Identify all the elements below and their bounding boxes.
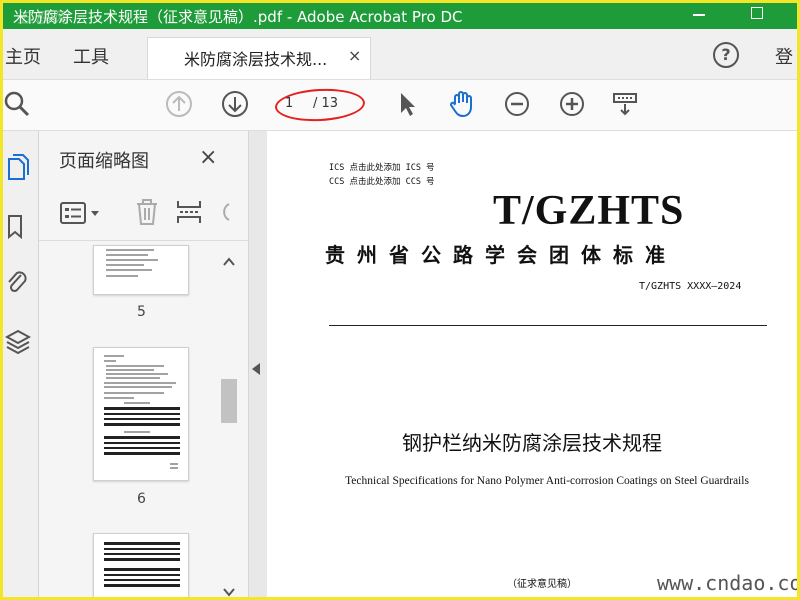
ccs-line: CCS 点击此处添加 CCS 号	[329, 177, 435, 187]
draft-label: （征求意见稿）	[507, 579, 577, 590]
previous-page-icon[interactable]	[165, 90, 193, 118]
panel-toolbar	[39, 185, 249, 241]
standard-code: T/GZHTS	[493, 188, 685, 234]
attachment-icon[interactable]	[5, 269, 31, 297]
highlight-ring	[274, 86, 366, 124]
scrollbar-thumb[interactable]	[221, 379, 237, 423]
tab-bar: 主页 工具 米防腐涂层技术规... × ? 登	[3, 29, 797, 79]
left-rail	[3, 131, 39, 597]
rotate-page-icon[interactable]	[215, 199, 231, 225]
toolbar: 1 / 13	[3, 79, 797, 131]
thumbnail-page-6-preview	[104, 355, 180, 469]
thumbnails-scrollbar[interactable]	[219, 251, 239, 600]
page-number-field[interactable]: 1 / 13	[273, 86, 366, 124]
delete-page-icon[interactable]	[133, 197, 161, 227]
insert-page-icon[interactable]	[175, 197, 203, 227]
document-title-cn: 钢护栏纳米防腐涂层技术规程	[402, 431, 662, 455]
thumbnail-page-5[interactable]	[93, 245, 189, 295]
thumbnail-page-7[interactable]	[93, 533, 189, 597]
select-cursor-icon[interactable]	[393, 90, 421, 118]
scroll-mode-icon[interactable]	[611, 90, 639, 118]
collapse-panel-icon[interactable]	[252, 363, 260, 375]
document-view[interactable]: ICS 点击此处添加 ICS 号 CCS 点击此处添加 CCS 号 T/GZHT…	[267, 131, 797, 597]
thumbnail-options-icon[interactable]	[59, 199, 103, 227]
tab-document-label: 米防腐涂层技术规...	[184, 50, 328, 69]
standard-number: T/GZHTS XXXX—2024	[639, 281, 742, 292]
panel-close-button[interactable]: ×	[199, 145, 217, 170]
site-watermark: www.cndao.com	[657, 571, 797, 595]
thumbnail-page-6[interactable]	[93, 347, 189, 481]
tab-tools[interactable]: 工具	[73, 43, 109, 69]
thumbnail-page-5-preview	[106, 249, 158, 277]
thumbnail-label: 5	[137, 304, 146, 320]
thumbnail-label: 6	[137, 491, 146, 507]
zoom-in-icon[interactable]	[558, 90, 586, 118]
tab-home[interactable]: 主页	[5, 43, 41, 69]
layers-icon[interactable]	[5, 327, 31, 355]
tab-document[interactable]: 米防腐涂层技术规... ×	[147, 37, 371, 79]
app-frame: 米防腐涂层技术规程（征求意见稿）.pdf - Adobe Acrobat Pro…	[0, 0, 800, 600]
zoom-out-icon[interactable]	[503, 90, 531, 118]
bookmark-icon[interactable]	[5, 213, 31, 241]
window-title: 米防腐涂层技术规程（征求意见稿）.pdf - Adobe Acrobat Pro…	[13, 8, 463, 26]
title-watermark: 五联网	[17, 9, 72, 27]
document-title-en: Technical Specifications for Nano Polyme…	[345, 475, 749, 487]
help-icon[interactable]: ?	[713, 42, 739, 68]
thumbnails-panel: 页面缩略图 × 5 6	[39, 131, 249, 600]
tab-close-button[interactable]: ×	[348, 46, 361, 65]
pages-icon[interactable]	[5, 153, 31, 181]
thumbnail-page-7-preview	[104, 542, 180, 587]
header-rule	[329, 325, 767, 326]
hand-tool-icon[interactable]	[447, 90, 475, 118]
standard-organization: 贵州省公路学会团体标准	[325, 243, 677, 267]
panel-title: 页面缩略图	[59, 151, 149, 172]
panel-splitter[interactable]	[249, 131, 267, 597]
minimize-button[interactable]	[693, 14, 705, 16]
ics-line: ICS 点击此处添加 ICS 号	[329, 163, 435, 173]
search-icon[interactable]	[3, 90, 31, 118]
maximize-button[interactable]	[751, 7, 763, 19]
login-link[interactable]: 登	[775, 43, 793, 69]
title-bar: 米防腐涂层技术规程（征求意见稿）.pdf - Adobe Acrobat Pro…	[3, 3, 797, 29]
next-page-icon[interactable]	[221, 90, 249, 118]
